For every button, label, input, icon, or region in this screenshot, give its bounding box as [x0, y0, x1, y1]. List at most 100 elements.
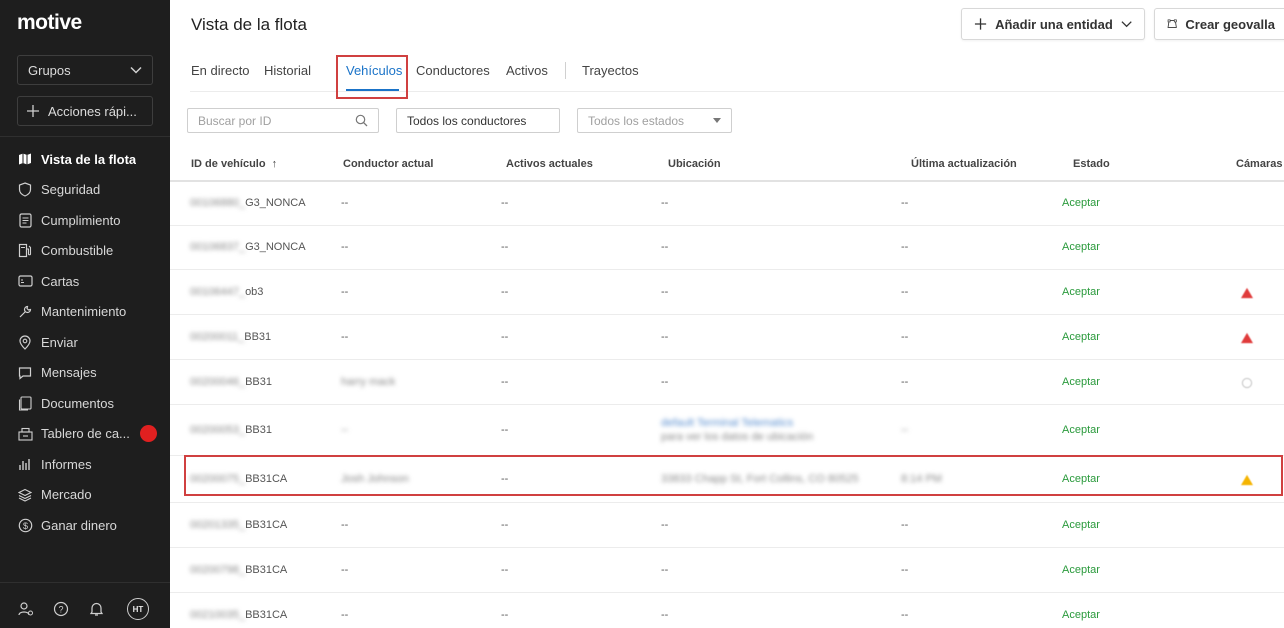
- svg-text:$: $: [22, 521, 27, 531]
- add-entity-label: Añadir una entidad: [995, 16, 1113, 32]
- current-assets: --: [501, 197, 509, 209]
- drivers-filter[interactable]: Todos los conductores: [396, 108, 560, 133]
- vehicle-id-redacted: 00210035_: [190, 609, 246, 621]
- status-accept-link[interactable]: Aceptar: [1062, 424, 1100, 436]
- table-row[interactable]: 00106837_G3_NONCA -- -- -- -- Aceptar: [170, 226, 1284, 270]
- shield-icon: [17, 182, 33, 198]
- vehicle-id-link[interactable]: 00200046_BB31: [190, 376, 272, 388]
- vehicle-id-redacted: 00201335_: [190, 519, 246, 531]
- location: default Terminal Telematics: [661, 417, 794, 429]
- sidebar-item-reports[interactable]: Informes: [17, 449, 157, 480]
- help-icon[interactable]: ?: [52, 600, 70, 618]
- caret-down-icon: [713, 118, 721, 123]
- tab-assets[interactable]: Activos: [506, 63, 548, 78]
- sidebar-item-fuel[interactable]: Combustible: [17, 236, 157, 267]
- column-label: ID de vehículo: [191, 158, 266, 170]
- status-accept-link[interactable]: Aceptar: [1062, 564, 1100, 576]
- sidebar-item-dashboard[interactable]: Tablero de ca...: [17, 419, 157, 450]
- table-row[interactable]: 00200046_BB31 harry mack -- -- -- Aceptar: [170, 360, 1284, 405]
- vehicle-id-link[interactable]: 00200053_BB31: [190, 424, 272, 436]
- tab-live[interactable]: En directo: [191, 63, 250, 78]
- sidebar-item-label: Vista de la flota: [41, 151, 137, 167]
- table-row[interactable]: 00210035_BB31CA -- -- -- -- Aceptar: [170, 593, 1284, 628]
- sidebar-item-documents[interactable]: Documentos: [17, 388, 157, 419]
- camera-error-icon[interactable]: [1240, 287, 1254, 299]
- column-header-vehicle-id[interactable]: ID de vehículo ↑: [191, 158, 277, 170]
- current-driver: --: [341, 424, 349, 436]
- table-row[interactable]: 00200011_BB31 -- -- -- -- Aceptar: [170, 315, 1284, 360]
- motive-logo[interactable]: motive: [17, 11, 82, 35]
- sidebar-item-dispatch[interactable]: Enviar: [17, 327, 157, 358]
- vehicle-id-link[interactable]: 00201335_BB31CA: [190, 519, 287, 531]
- status-accept-link[interactable]: Aceptar: [1062, 609, 1100, 621]
- page-title: Vista de la flota: [191, 15, 307, 34]
- sidebar-item-label: Mensajes: [41, 365, 97, 381]
- vehicle-id-suffix: BB31: [245, 424, 272, 436]
- vehicle-id-link[interactable]: 00106837_G3_NONCA: [190, 241, 306, 253]
- status-filter-dropdown[interactable]: Todos los estados: [577, 108, 732, 133]
- vehicle-id-redacted: 00200798_: [190, 564, 246, 576]
- tab-drivers[interactable]: Conductores: [416, 63, 490, 78]
- current-driver: --: [341, 241, 349, 253]
- notification-badge: [139, 425, 157, 443]
- vehicle-id-link[interactable]: 00210035_BB31CA: [190, 609, 287, 621]
- vehicle-id-link[interactable]: 00200011_BB31: [190, 331, 271, 343]
- table-row[interactable]: 00106880_G3_NONCA -- -- -- -- Aceptar: [170, 182, 1284, 226]
- message-icon: [17, 365, 33, 381]
- sidebar-item-earn-money[interactable]: $ Ganar dinero: [17, 510, 157, 541]
- vehicle-id-link[interactable]: 00200798_BB31CA: [190, 564, 287, 576]
- sidebar-item-marketplace[interactable]: Mercado: [17, 480, 157, 511]
- sidebar-item-fleet-view[interactable]: Vista de la flota: [17, 144, 157, 175]
- plus-icon: [974, 18, 987, 30]
- sidebar-item-label: Ganar dinero: [41, 517, 117, 533]
- table-row[interactable]: 00201335_BB31CA -- -- -- -- Aceptar: [170, 503, 1284, 548]
- current-assets: --: [501, 376, 509, 388]
- groups-dropdown[interactable]: Grupos: [17, 55, 153, 85]
- vehicle-id-link[interactable]: 00106447_ob3: [190, 286, 263, 298]
- sidebar-item-maintenance[interactable]: Mantenimiento: [17, 297, 157, 328]
- table-row[interactable]: 00106447_ob3 -- -- -- -- Aceptar: [170, 270, 1284, 315]
- status-accept-link[interactable]: Aceptar: [1062, 519, 1100, 531]
- status-accept-link[interactable]: Aceptar: [1062, 241, 1100, 253]
- current-assets: --: [501, 609, 509, 621]
- tab-history[interactable]: Historial: [264, 63, 311, 78]
- sidebar-item-compliance[interactable]: Cumplimiento: [17, 205, 157, 236]
- camera-offline-icon[interactable]: [1240, 377, 1254, 389]
- sidebar-item-safety[interactable]: Seguridad: [17, 175, 157, 206]
- sidebar-item-cards[interactable]: Cartas: [17, 266, 157, 297]
- status-accept-link[interactable]: Aceptar: [1062, 376, 1100, 388]
- vehicle-id-redacted: 00106837_: [190, 241, 246, 253]
- column-header-assets: Activos actuales: [506, 158, 593, 170]
- current-driver: --: [341, 609, 349, 621]
- tab-trips[interactable]: Trayectos: [582, 63, 639, 78]
- current-driver: --: [341, 286, 349, 298]
- current-assets: --: [501, 424, 509, 436]
- vehicle-id-redacted: 00200053_: [190, 424, 246, 436]
- status-accept-link[interactable]: Aceptar: [1062, 286, 1100, 298]
- camera-error-icon[interactable]: [1240, 332, 1254, 344]
- row-highlight-box: [184, 455, 1283, 496]
- user-settings-icon[interactable]: [17, 600, 35, 618]
- vehicle-id-link[interactable]: 00106880_G3_NONCA: [190, 197, 306, 209]
- quick-actions-button[interactable]: Acciones rápi...: [17, 96, 153, 126]
- last-update: --: [901, 609, 909, 621]
- geofence-icon: [1167, 19, 1177, 28]
- add-entity-button[interactable]: Añadir una entidad: [961, 8, 1145, 40]
- sidebar-item-label: Cumplimiento: [41, 212, 121, 228]
- quick-actions-label: Acciones rápi...: [48, 103, 137, 119]
- create-geofence-button[interactable]: Crear geovalla: [1154, 8, 1284, 40]
- sidebar-divider: [0, 136, 170, 137]
- dashboard-icon: [17, 426, 33, 442]
- vehicle-id-redacted: 00200046_: [190, 376, 246, 388]
- document-list-icon: [17, 212, 33, 228]
- sidebar-item-messages[interactable]: Mensajes: [17, 358, 157, 389]
- avatar[interactable]: HT: [127, 598, 149, 620]
- status-accept-link[interactable]: Aceptar: [1062, 331, 1100, 343]
- location: --: [661, 609, 669, 621]
- status-accept-link[interactable]: Aceptar: [1062, 197, 1100, 209]
- table-row[interactable]: 00200053_BB31 -- -- default Terminal Telema…: [170, 405, 1284, 456]
- vehicle-search-input[interactable]: Buscar por ID: [187, 108, 379, 133]
- table-row[interactable]: 00200798_BB31CA -- -- -- -- Aceptar: [170, 548, 1284, 593]
- bell-icon[interactable]: [87, 600, 105, 618]
- vehicle-id-redacted: 00200011_: [190, 331, 245, 343]
